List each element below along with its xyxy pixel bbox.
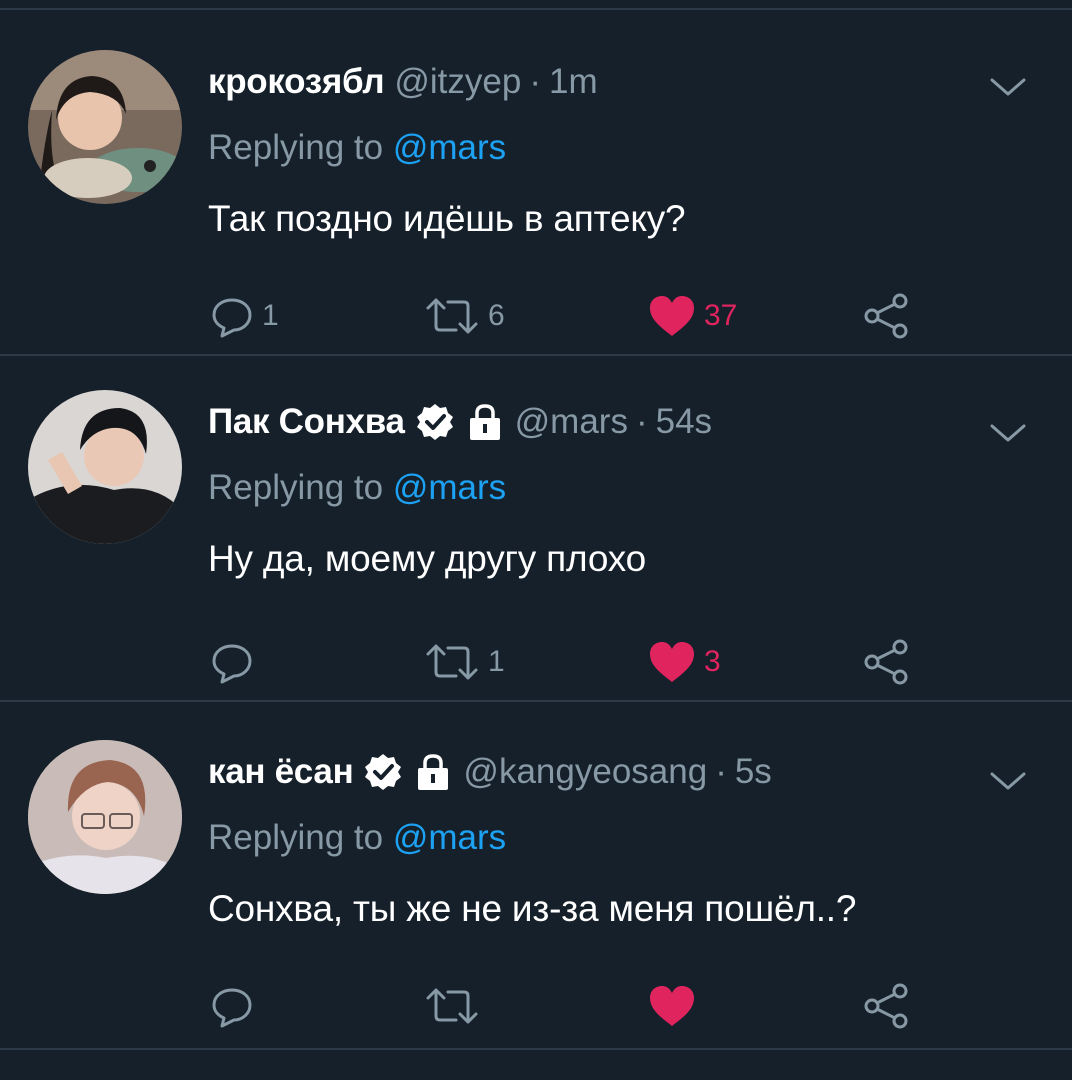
chevron-down-icon[interactable]: [986, 766, 1030, 796]
chevron-down-icon[interactable]: [986, 418, 1030, 448]
reply-button[interactable]: [210, 982, 262, 1030]
user-handle[interactable]: @mars: [515, 402, 628, 442]
reply-button[interactable]: [210, 638, 262, 686]
replying-to: Replying to @mars: [208, 128, 506, 168]
share-button[interactable]: [862, 292, 912, 340]
like-button[interactable]: 37: [648, 292, 737, 340]
reply-icon: [212, 988, 252, 1028]
tweet-3[interactable]: кан ёсан @kangyeosang · 5s Replying to @…: [0, 704, 1072, 1050]
verified-badge-icon: [365, 754, 402, 790]
share-icon: [864, 639, 908, 685]
avatar[interactable]: [28, 390, 182, 544]
reply-icon: [212, 298, 252, 338]
retweet-button[interactable]: 6: [424, 292, 505, 340]
mention-link[interactable]: @mars: [393, 128, 506, 167]
timestamp[interactable]: 5s: [735, 752, 772, 792]
replying-to: Replying to @mars: [208, 818, 506, 858]
mention-link[interactable]: @mars: [393, 818, 506, 857]
chevron-down-icon[interactable]: [986, 72, 1030, 102]
tweet-header: Пак Сонхва @mars · 54s: [208, 398, 712, 446]
retweet-button[interactable]: [424, 982, 488, 1030]
separator-dot: ·: [715, 752, 727, 791]
display-name[interactable]: Пак Сонхва: [208, 402, 405, 442]
replying-to-label: Replying to: [208, 128, 393, 167]
tweet-text: Так поздно идёшь в аптеку?: [208, 198, 686, 239]
heart-icon: [650, 986, 694, 1026]
like-count: 37: [704, 299, 738, 332]
tweet-text: Сонхва, ты же не из-за меня пошёл..?: [208, 888, 857, 929]
replying-to: Replying to @mars: [208, 468, 506, 508]
avatar[interactable]: [28, 740, 182, 894]
retweet-count: 1: [488, 645, 505, 678]
display-name[interactable]: кан ёсан: [208, 752, 354, 792]
tweet-header: кан ёсан @kangyeosang · 5s: [208, 748, 772, 796]
replying-to-label: Replying to: [208, 468, 393, 507]
user-handle[interactable]: @kangyeosang: [463, 752, 707, 792]
separator-dot: ·: [529, 62, 541, 101]
like-count: 3: [704, 645, 721, 678]
avatar[interactable]: [28, 50, 182, 204]
share-icon: [864, 983, 908, 1029]
share-icon: [864, 293, 908, 339]
reply-button[interactable]: 1: [210, 292, 279, 340]
timeline: крокозябл @itzyep · 1m Replying to @mars…: [0, 0, 1072, 1080]
timestamp[interactable]: 54s: [656, 402, 712, 442]
tweet-header: крокозябл @itzyep · 1m: [208, 58, 598, 106]
lock-icon: [418, 754, 449, 790]
mention-link[interactable]: @mars: [393, 468, 506, 507]
reply-icon: [212, 644, 252, 684]
heart-icon: [650, 296, 694, 336]
tweet-2[interactable]: Пак Сонхва @mars · 54s Replying to @mars…: [0, 356, 1072, 702]
tweet-text: Ну да, моему другу плохо: [208, 538, 647, 579]
verified-badge-icon: [416, 404, 453, 440]
retweet-count: 6: [488, 299, 505, 332]
retweet-icon: [426, 644, 478, 680]
display-name[interactable]: крокозябл: [208, 62, 385, 102]
tweet-divider: [0, 700, 1072, 702]
like-button[interactable]: 3: [648, 638, 721, 686]
share-button[interactable]: [862, 638, 912, 686]
user-handle[interactable]: @itzyep: [394, 62, 521, 102]
heart-icon: [650, 642, 694, 682]
retweet-button[interactable]: 1: [424, 638, 505, 686]
share-button[interactable]: [862, 982, 912, 1030]
tweet-divider: [0, 1048, 1072, 1050]
retweet-icon: [426, 298, 478, 334]
timestamp[interactable]: 1m: [549, 62, 598, 102]
lock-icon: [469, 404, 500, 440]
tweet-1[interactable]: крокозябл @itzyep · 1m Replying to @mars…: [0, 10, 1072, 356]
like-button[interactable]: [648, 982, 704, 1030]
retweet-icon: [426, 988, 478, 1024]
reply-count: 1: [262, 299, 279, 332]
separator-dot: ·: [635, 402, 648, 441]
replying-to-label: Replying to: [208, 818, 393, 857]
